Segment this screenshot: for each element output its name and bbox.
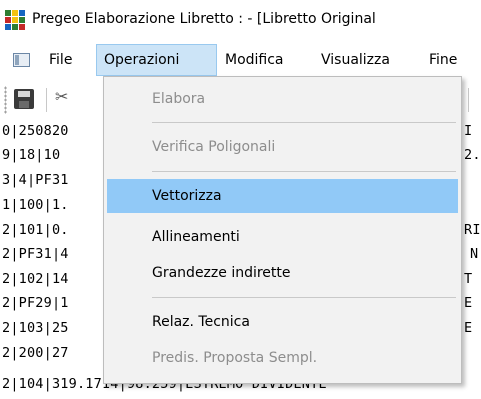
toolbar-separator [468, 88, 469, 112]
menu-visualizza[interactable]: Visualizza [314, 44, 397, 76]
text-line: 3|4|PF31 [2, 172, 69, 188]
menu-item-grandezze-indirette[interactable]: Grandezze indirette [107, 256, 458, 290]
menu-item-verifica-poligonali[interactable]: Verifica Poligonali [107, 130, 458, 164]
title-bar: Pregeo Elaborazione Libretto : - [Libret… [0, 0, 481, 40]
window-title: Pregeo Elaborazione Libretto : - [Libret… [32, 11, 376, 27]
save-icon[interactable] [14, 89, 34, 109]
menu-fine[interactable]: Fine [422, 44, 464, 76]
text-line: 2|101|0. [2, 222, 69, 238]
menu-item-allineamenti[interactable]: Allineamenti [107, 220, 458, 254]
menu-file[interactable]: File [42, 44, 79, 76]
text-fragment: RI [464, 222, 481, 238]
app-icon [5, 10, 25, 30]
toolbar-grip[interactable] [4, 86, 7, 114]
menu-separator [152, 122, 456, 123]
text-fragment: N [470, 246, 479, 262]
cut-icon[interactable]: ✂ [55, 87, 68, 106]
menu-item-relaz-tecnica[interactable]: Relaz. Tecnica [107, 305, 458, 339]
text-line: 9|18|10 [2, 147, 61, 163]
menu-separator [152, 171, 456, 172]
menu-operazioni[interactable]: Operazioni [96, 44, 217, 76]
text-line: 2|102|14 [2, 271, 69, 287]
text-line: 2|PF31|4 [2, 246, 69, 262]
text-line: 2|PF29|1 [2, 295, 69, 311]
menu-item-vettorizza[interactable]: Vettorizza [107, 179, 458, 213]
menu-item-predis-proposta-sempl[interactable]: Predis. Proposta Sempl. [107, 341, 458, 375]
document-icon[interactable] [13, 53, 30, 67]
text-line: 0|250820 [2, 123, 69, 139]
text-line: 2|200|27 [2, 345, 69, 361]
text-fragment: 2. [464, 147, 481, 163]
text-fragment: E [464, 295, 473, 311]
text-line: 2|103|25 [2, 320, 69, 336]
menu-item-elabora[interactable]: Elabora [107, 82, 458, 116]
menu-separator [152, 297, 456, 298]
text-fragment: I [464, 123, 473, 139]
text-line: 1|100|1. [2, 197, 69, 213]
operazioni-dropdown-menu: Elabora Verifica Poligonali Vettorizza A… [103, 76, 462, 384]
toolbar-separator [46, 88, 47, 112]
text-fragment: T [464, 271, 473, 287]
text-fragment: E [464, 320, 473, 336]
menu-modifica[interactable]: Modifica [218, 44, 291, 76]
